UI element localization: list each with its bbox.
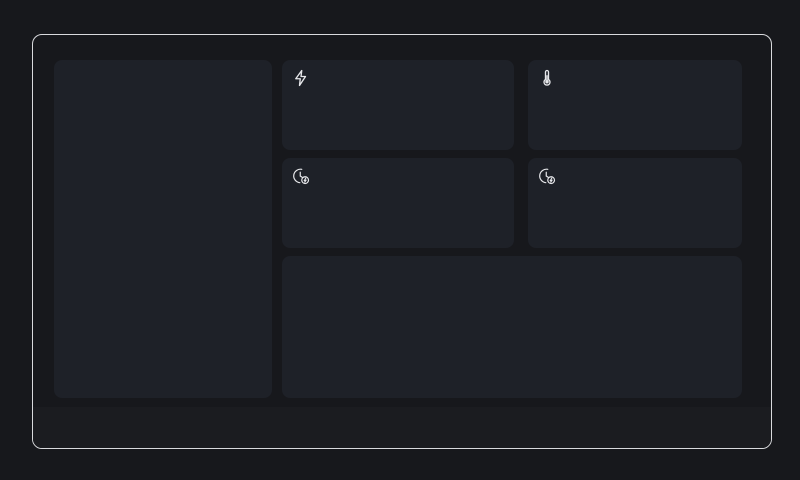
lightning-icon <box>292 69 310 87</box>
power-card[interactable] <box>282 60 514 150</box>
temperature-card[interactable] <box>528 60 742 150</box>
thermometer-icon <box>538 69 556 87</box>
energy-timer-card-1[interactable] <box>282 158 514 248</box>
energy-timer-card-2[interactable] <box>528 158 742 248</box>
chart-panel <box>282 256 742 398</box>
footer-bar <box>33 407 771 448</box>
dashboard-frame <box>32 34 772 449</box>
clock-energy-icon <box>538 167 556 185</box>
clock-energy-icon <box>292 167 310 185</box>
sidebar-panel <box>54 60 272 398</box>
